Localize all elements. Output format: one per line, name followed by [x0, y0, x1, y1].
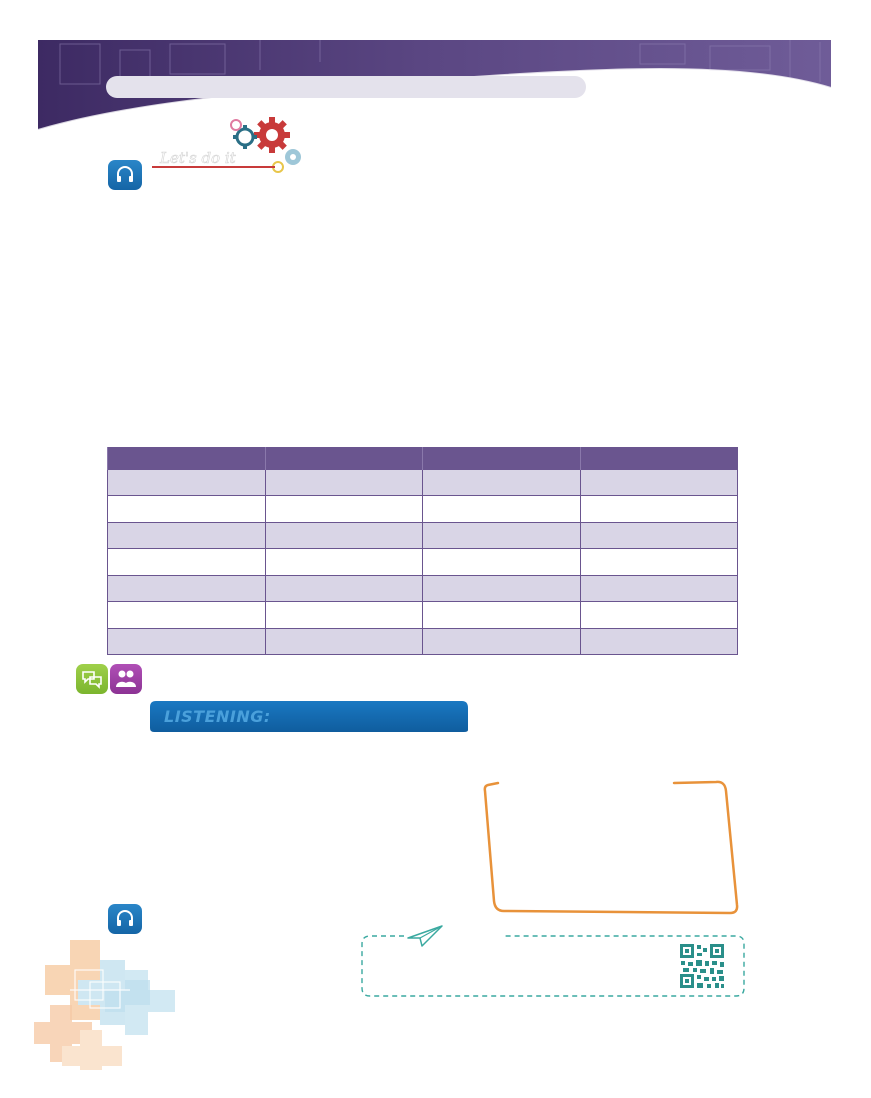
table-cell[interactable]	[422, 548, 581, 576]
table-cell[interactable]	[422, 627, 581, 656]
table-cell[interactable]	[107, 574, 266, 603]
speech-bubble-icon	[76, 664, 108, 694]
gear-icon	[233, 125, 257, 149]
corner-decoration	[34, 940, 175, 1070]
activity-banner: Let's do it	[152, 117, 301, 173]
table-cell[interactable]	[579, 548, 738, 576]
table-row	[107, 548, 738, 576]
table-row	[107, 574, 738, 603]
info-box	[361, 925, 745, 997]
table-cell[interactable]	[422, 521, 581, 550]
table-cell[interactable]	[579, 601, 738, 629]
listening-banner-title: LISTENING:	[164, 707, 271, 726]
table-cell[interactable]	[107, 495, 266, 523]
table-row	[107, 601, 738, 629]
table-header-cell	[107, 447, 265, 470]
gear-icon	[285, 149, 301, 165]
data-table	[107, 447, 738, 656]
table-cell[interactable]	[579, 574, 738, 603]
qr-code-icon	[680, 944, 724, 988]
headphones-icon	[108, 160, 142, 190]
table-row	[107, 627, 738, 656]
table-cell[interactable]	[107, 627, 266, 656]
pair-work-icon	[110, 664, 142, 694]
table-cell[interactable]	[579, 468, 738, 497]
table-row	[107, 521, 738, 550]
table-header-row	[107, 447, 738, 470]
table-cell[interactable]	[422, 601, 581, 629]
table-cell[interactable]	[422, 468, 581, 497]
table-row	[107, 495, 738, 523]
table-row	[107, 468, 738, 497]
table-cell[interactable]	[107, 468, 266, 497]
table-cell[interactable]	[579, 495, 738, 523]
note-box	[483, 780, 739, 915]
header-title-bar	[106, 76, 586, 98]
table-cell[interactable]	[264, 495, 423, 523]
table-cell[interactable]	[422, 574, 581, 603]
table-cell[interactable]	[107, 521, 266, 550]
table-cell[interactable]	[264, 601, 423, 629]
table-header-cell	[422, 447, 580, 470]
table-cell[interactable]	[579, 521, 738, 550]
activity-banner-title: Let's do it	[159, 149, 237, 167]
table-header-cell	[264, 447, 423, 470]
table-cell[interactable]	[422, 495, 581, 523]
listening-banner: LISTENING:	[150, 700, 468, 732]
table-cell[interactable]	[264, 548, 423, 576]
paper-plane-icon	[407, 925, 443, 947]
table-cell[interactable]	[264, 627, 423, 656]
table-cell[interactable]	[264, 468, 423, 497]
table-cell[interactable]	[579, 627, 738, 656]
table-cell[interactable]	[264, 574, 423, 603]
table-cell[interactable]	[107, 548, 266, 576]
table-cell[interactable]	[264, 521, 423, 550]
header-banner	[37, 40, 832, 131]
gear-icon	[254, 117, 290, 153]
table-cell[interactable]	[107, 601, 266, 629]
table-header-cell	[579, 447, 738, 470]
